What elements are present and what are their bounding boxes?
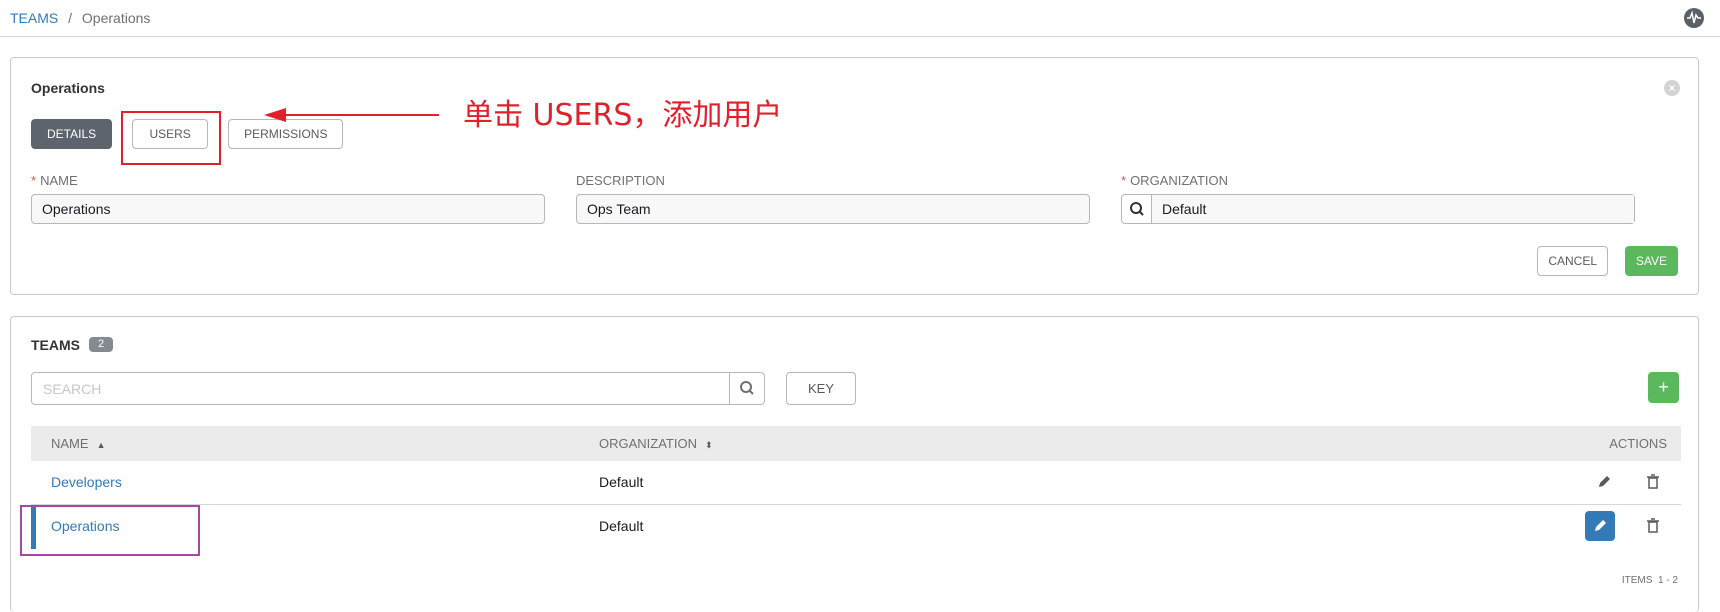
- column-header-name[interactable]: NAME ▲: [51, 436, 105, 451]
- description-field[interactable]: Ops Team: [576, 194, 1090, 224]
- teams-list-title: TEAMS: [31, 337, 80, 353]
- teams-table: NAME ▲ ORGANIZATION ⬍ ACTIONS Developers D…: [31, 426, 1681, 549]
- breadcrumb-separator: /: [68, 10, 73, 26]
- team-organization-cell: Default: [599, 518, 644, 534]
- trash-icon[interactable]: [1643, 472, 1663, 492]
- team-organization-cell: Default: [599, 474, 644, 490]
- breadcrumb-teams-link[interactable]: TEAMS: [10, 10, 58, 26]
- team-name-cell: Developers: [51, 474, 122, 490]
- organization-field[interactable]: Default: [1121, 194, 1635, 224]
- name-label: * NAME: [31, 173, 78, 188]
- annotation-text: 单击 USERS，添加用户: [463, 98, 783, 133]
- sort-ascending-icon: ▲: [96, 440, 106, 450]
- description-label: DESCRIPTION: [576, 173, 665, 188]
- breadcrumb-current: Operations: [81, 10, 151, 26]
- teams-count-badge: 2: [89, 337, 114, 352]
- required-marker: *: [1121, 173, 1127, 188]
- form-title: Operations: [31, 80, 105, 96]
- search-icon[interactable]: [1122, 195, 1152, 223]
- tab-details[interactable]: DETAILS: [31, 119, 113, 149]
- trash-icon[interactable]: [1643, 516, 1663, 536]
- annotation-arrow: [264, 108, 439, 122]
- required-marker: *: [31, 173, 37, 188]
- column-header-actions: ACTIONS: [1609, 436, 1667, 451]
- name-field[interactable]: Operations: [31, 194, 545, 224]
- save-button[interactable]: SAVE: [1624, 246, 1678, 276]
- team-form-card: Operations × DETAILS USERS PERMISSIONS 单…: [10, 57, 1699, 295]
- key-button[interactable]: KEY: [786, 372, 856, 405]
- annotation-highlight-users: [121, 111, 221, 165]
- organization-value: Default: [1152, 195, 1634, 223]
- breadcrumb: TEAMS / Operations: [10, 10, 150, 26]
- search-input[interactable]: [32, 373, 729, 404]
- column-header-organization[interactable]: ORGANIZATION ⬍: [599, 436, 713, 451]
- top-bar: TEAMS / Operations: [0, 0, 1720, 37]
- close-icon[interactable]: ×: [1664, 80, 1680, 96]
- team-name-link[interactable]: Developers: [51, 474, 122, 490]
- search-bar: [31, 372, 765, 405]
- edit-icon[interactable]: [1585, 511, 1615, 541]
- cancel-button[interactable]: CANCEL: [1537, 246, 1608, 276]
- sort-icon: ⬍: [704, 440, 713, 450]
- edit-icon[interactable]: [1594, 472, 1614, 492]
- teams-list-card: TEAMS 2 KEY + NAME▲ ORGANIZATION⬍ ACTION…: [10, 316, 1699, 612]
- pagination-info: ITEMS 1 - 2: [1621, 575, 1678, 586]
- annotation-highlight-operations: [20, 505, 200, 556]
- activity-stream-icon[interactable]: [1684, 8, 1704, 28]
- table-header: NAME ▲ ORGANIZATION ⬍ ACTIONS: [31, 426, 1681, 461]
- table-row: Operations Default: [31, 505, 1681, 549]
- search-icon[interactable]: [729, 373, 764, 404]
- add-team-button[interactable]: +: [1648, 372, 1679, 403]
- organization-label: * ORGANIZATION: [1121, 173, 1229, 188]
- table-row: Developers Default: [31, 461, 1681, 505]
